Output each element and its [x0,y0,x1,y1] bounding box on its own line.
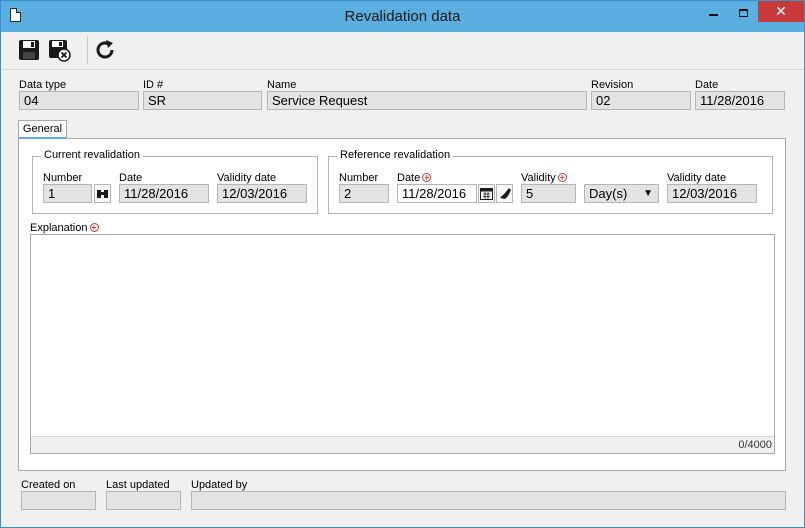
updated-by-label: Updated by [191,479,248,491]
reference-validity-label: Validity + [521,172,567,184]
current-date-label: Date [119,172,143,184]
maximize-icon [738,8,748,17]
date-field: 11/28/2016 [695,91,785,110]
minimize-icon [708,13,718,16]
save-button[interactable] [17,38,41,62]
calendar-button[interactable] [478,184,495,203]
chevron-down-icon: ▼ [643,188,653,199]
current-date-field: 11/28/2016 [119,184,209,203]
last-updated-field [106,491,181,510]
created-on-label: Created on [21,479,76,491]
current-validity-date-field: 12/03/2016 [217,184,307,203]
reference-revalidation-title: Reference revalidation [337,149,454,161]
save-and-close-icon [49,40,71,62]
required-icon: + [557,173,567,182]
id-label: ID # [143,79,164,91]
title-bar: Revalidation data ✕ [1,1,804,32]
save-and-close-button[interactable] [47,38,71,62]
current-number-label: Number [43,172,83,184]
required-icon: + [422,173,432,182]
name-field: Service Request [267,91,587,110]
character-counter-bar: 0/4000 [31,436,774,453]
current-number-field: 1 [43,184,92,203]
close-icon: ✕ [775,3,787,19]
revalidation-window: Revalidation data ✕ Data type 04 ID # SR… [0,0,805,528]
reference-number-field: 2 [339,184,389,203]
toolbar [2,32,803,70]
reference-validity-date-field: 12/03/2016 [667,184,757,203]
current-validity-date-label: Validity date [217,172,277,184]
explanation-label: Explanation + [30,222,99,234]
minimize-button[interactable] [696,1,730,22]
explanation-textarea[interactable]: 0/4000 [30,234,775,454]
data-type-field: 04 [19,91,139,110]
validity-unit-value: Day(s) [589,186,628,201]
reference-date-label: Date + [397,172,432,184]
reference-number-label: Number [339,172,379,184]
required-icon: + [89,223,99,232]
save-icon [19,40,39,60]
revision-field: 02 [591,91,691,110]
reference-date-field[interactable]: 11/28/2016 [397,184,477,203]
revision-label: Revision [591,79,634,91]
maximize-button[interactable] [730,1,756,22]
name-label: Name [267,79,297,91]
tab-active-indicator [19,137,66,139]
calendar-icon [480,188,493,200]
toolbar-separator [87,36,88,64]
window-title: Revalidation data [344,8,461,25]
reference-validity-field[interactable]: 5 [521,184,576,203]
date-label: Date [695,79,719,91]
id-field: SR [143,91,262,110]
validity-unit-select[interactable]: Day(s) ▼ [584,184,659,203]
data-type-label: Data type [19,79,67,91]
updated-by-field [191,491,786,510]
reference-validity-date-label: Validity date [667,172,727,184]
character-counter: 0/4000 [738,439,772,451]
clear-date-button[interactable] [496,184,513,203]
current-revalidation-title: Current revalidation [41,149,143,161]
refresh-icon [96,40,114,59]
binoculars-icon [97,190,108,198]
created-on-field [21,491,96,510]
eraser-icon [500,188,511,199]
last-updated-label: Last updated [106,479,170,491]
search-number-button[interactable] [94,184,111,203]
close-button[interactable]: ✕ [758,1,804,22]
refresh-button[interactable] [93,38,117,62]
